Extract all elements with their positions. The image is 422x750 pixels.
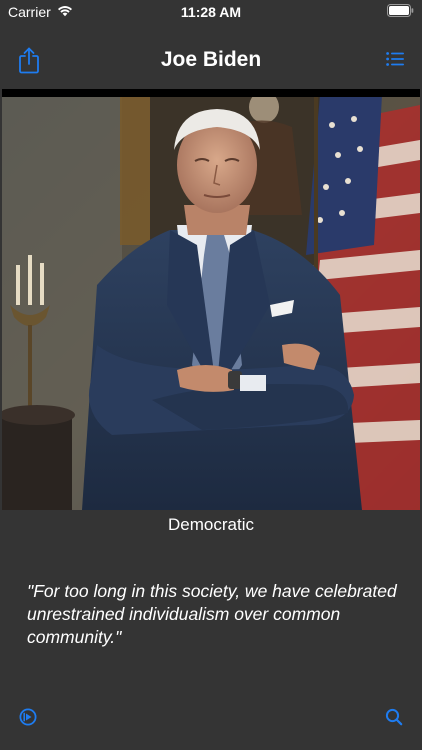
quote-text: "For too long in this society, we have c… xyxy=(27,581,397,647)
battery-icon xyxy=(387,4,414,22)
party-label: Democratic xyxy=(168,515,254,534)
list-button[interactable] xyxy=(386,51,404,67)
status-bar: Carrier 11:28 AM xyxy=(0,0,422,26)
play-circle-icon xyxy=(19,708,37,730)
play-button[interactable] xyxy=(19,708,37,726)
search-button[interactable] xyxy=(385,708,403,726)
page-title: Joe Biden xyxy=(160,48,262,71)
list-icon xyxy=(386,52,404,71)
status-time: 11:28 AM xyxy=(180,4,242,20)
navigation-bar: Joe Biden xyxy=(0,36,422,84)
portrait-image xyxy=(2,89,420,510)
search-icon xyxy=(385,708,403,730)
app-screen: Carrier 11:28 AM Joe Biden Democratic "F… xyxy=(0,0,422,750)
